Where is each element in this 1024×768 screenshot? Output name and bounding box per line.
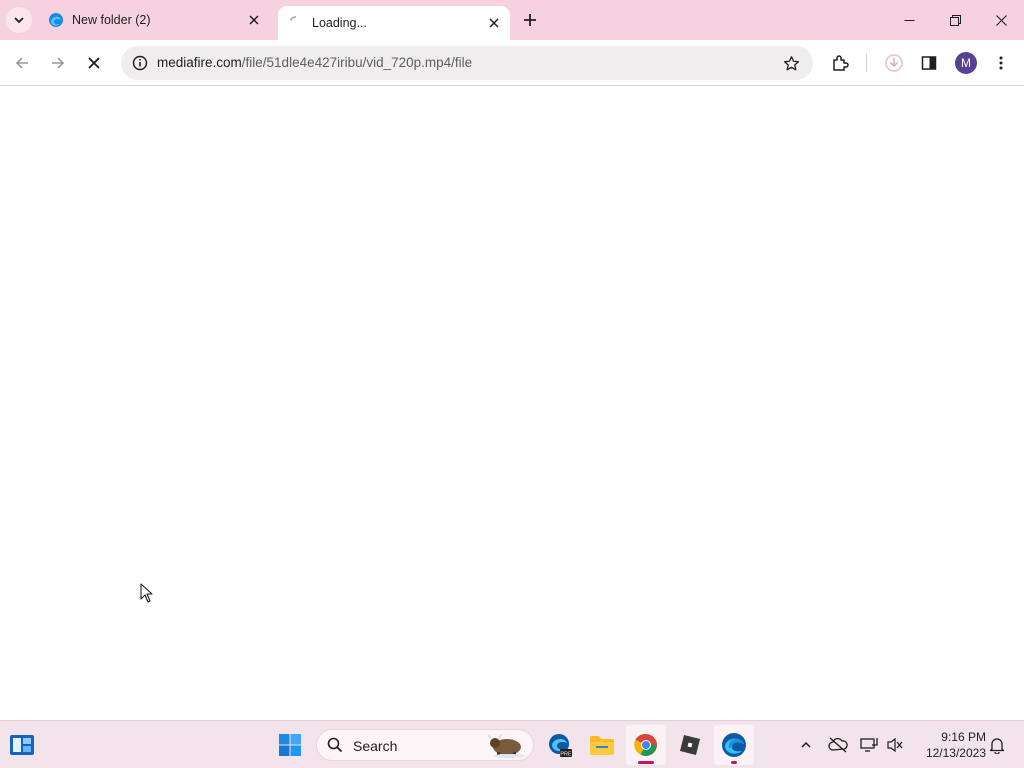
side-panel-button[interactable]	[915, 49, 943, 77]
close-icon	[88, 57, 100, 69]
chrome-icon	[634, 733, 657, 756]
forward-button[interactable]	[44, 49, 72, 77]
windows-logo-icon	[279, 734, 301, 756]
taskbar-search[interactable]: Search	[316, 729, 534, 761]
tab-title: Loading...	[312, 16, 367, 30]
cloud-off-icon	[828, 737, 848, 753]
widgets-button[interactable]	[2, 725, 42, 765]
folder-icon	[590, 736, 614, 755]
kebab-menu-icon	[999, 56, 1003, 70]
edge-pre-icon: PRE	[549, 734, 572, 758]
search-icon	[327, 737, 343, 753]
taskbar: Search PRE 9:16 PM 12/13/2023	[0, 720, 1024, 768]
edge-taskbar-button[interactable]	[714, 725, 754, 765]
download-progress-icon	[885, 54, 903, 72]
toolbar-divider	[866, 54, 867, 72]
yak-illustration-icon	[488, 734, 525, 758]
tab-search-button[interactable]	[6, 7, 32, 33]
profile-avatar[interactable]: M	[955, 52, 977, 74]
running-indicator	[638, 761, 654, 764]
mouse-pointer-icon	[140, 583, 153, 603]
side-panel-icon	[921, 56, 937, 70]
volume-muted-icon	[887, 737, 903, 753]
arrow-left-icon	[15, 57, 28, 69]
page-content	[0, 87, 1024, 720]
extensions-button[interactable]	[826, 49, 854, 77]
chevron-up-icon	[801, 741, 811, 748]
minimize-button[interactable]	[886, 0, 932, 40]
search-label: Search	[353, 738, 398, 754]
arrow-right-icon	[52, 57, 65, 69]
minimize-icon	[904, 19, 914, 21]
edge-icon	[722, 733, 746, 757]
tab-loading[interactable]: Loading...	[278, 6, 510, 40]
system-clock[interactable]: 9:16 PM 12/13/2023	[912, 729, 986, 761]
roblox-taskbar-button[interactable]	[670, 725, 710, 765]
network-button[interactable]	[856, 731, 882, 759]
edge-beta-taskbar-button[interactable]: PRE	[540, 725, 580, 765]
close-icon[interactable]	[244, 10, 264, 30]
tab-title: New folder (2)	[72, 13, 151, 27]
bookmark-star-button[interactable]	[779, 51, 803, 75]
url-domain: mediafire.com	[157, 55, 242, 70]
roblox-icon	[680, 735, 700, 755]
notifications-button[interactable]	[984, 731, 1010, 759]
back-button[interactable]	[8, 49, 36, 77]
close-window-button[interactable]	[978, 0, 1024, 40]
restore-button[interactable]	[932, 0, 978, 40]
running-indicator	[731, 761, 737, 764]
close-icon[interactable]	[484, 13, 504, 33]
address-bar[interactable]: mediafire.com/file/51dle4e427iribu/vid_7…	[121, 46, 813, 80]
show-hidden-icons-button[interactable]	[793, 731, 819, 759]
restore-icon	[949, 14, 961, 26]
url-text[interactable]: mediafire.com/file/51dle4e427iribu/vid_7…	[157, 55, 472, 70]
volume-button[interactable]	[882, 731, 908, 759]
info-icon	[132, 55, 148, 71]
widgets-icon	[10, 735, 34, 755]
edge-icon	[48, 12, 64, 28]
svg-text:PRE: PRE	[560, 752, 572, 758]
stop-loading-button[interactable]	[80, 49, 108, 77]
tab-strip: New folder (2) Loading...	[0, 0, 1024, 40]
bell-icon	[989, 738, 1005, 754]
puzzle-icon	[833, 55, 849, 71]
plus-icon	[524, 14, 536, 26]
new-tab-button[interactable]	[518, 8, 542, 32]
close-icon	[995, 14, 1007, 26]
browser-toolbar: mediafire.com/file/51dle4e427iribu/vid_7…	[0, 40, 1024, 86]
star-icon	[783, 55, 799, 70]
start-button[interactable]	[270, 725, 310, 765]
file-explorer-taskbar-button[interactable]	[582, 725, 622, 765]
url-path: /file/51dle4e427iribu/vid_720p.mp4/file	[241, 55, 473, 70]
site-info-button[interactable]	[127, 50, 153, 76]
clock-date: 12/13/2023	[925, 746, 986, 760]
chrome-taskbar-button[interactable]	[626, 725, 666, 765]
chevron-down-icon	[14, 17, 24, 24]
network-icon	[860, 738, 878, 752]
onedrive-button[interactable]	[825, 731, 851, 759]
tab-new-folder[interactable]: New folder (2)	[38, 0, 270, 40]
menu-button[interactable]	[987, 49, 1015, 77]
downloads-button[interactable]	[880, 49, 908, 77]
clock-time: 9:16 PM	[941, 730, 986, 744]
loading-spinner-icon	[288, 15, 304, 31]
